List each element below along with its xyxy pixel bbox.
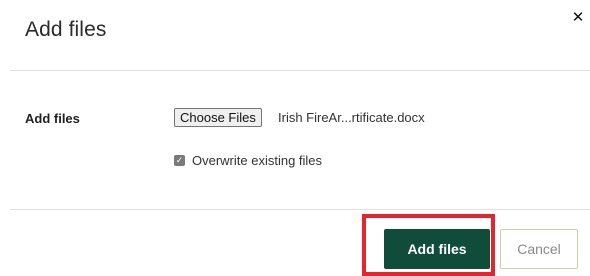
- add-files-submit-button[interactable]: Add files: [384, 229, 490, 269]
- add-files-dialog: Add files ✕ Add files Choose Files Irish…: [0, 0, 590, 276]
- add-files-field-label: Add files: [25, 111, 80, 126]
- overwrite-checkbox[interactable]: ✓: [174, 155, 185, 166]
- footer-divider: [10, 209, 590, 210]
- close-icon[interactable]: ✕: [569, 9, 587, 27]
- choose-files-button[interactable]: Choose Files: [174, 108, 262, 127]
- selected-file-name: Irish FireAr...rtificate.docx: [278, 110, 425, 125]
- overwrite-checkbox-label[interactable]: Overwrite existing files: [192, 153, 322, 168]
- dialog-title: Add files: [25, 18, 107, 41]
- header-divider: [10, 70, 590, 71]
- cancel-button[interactable]: Cancel: [500, 229, 578, 269]
